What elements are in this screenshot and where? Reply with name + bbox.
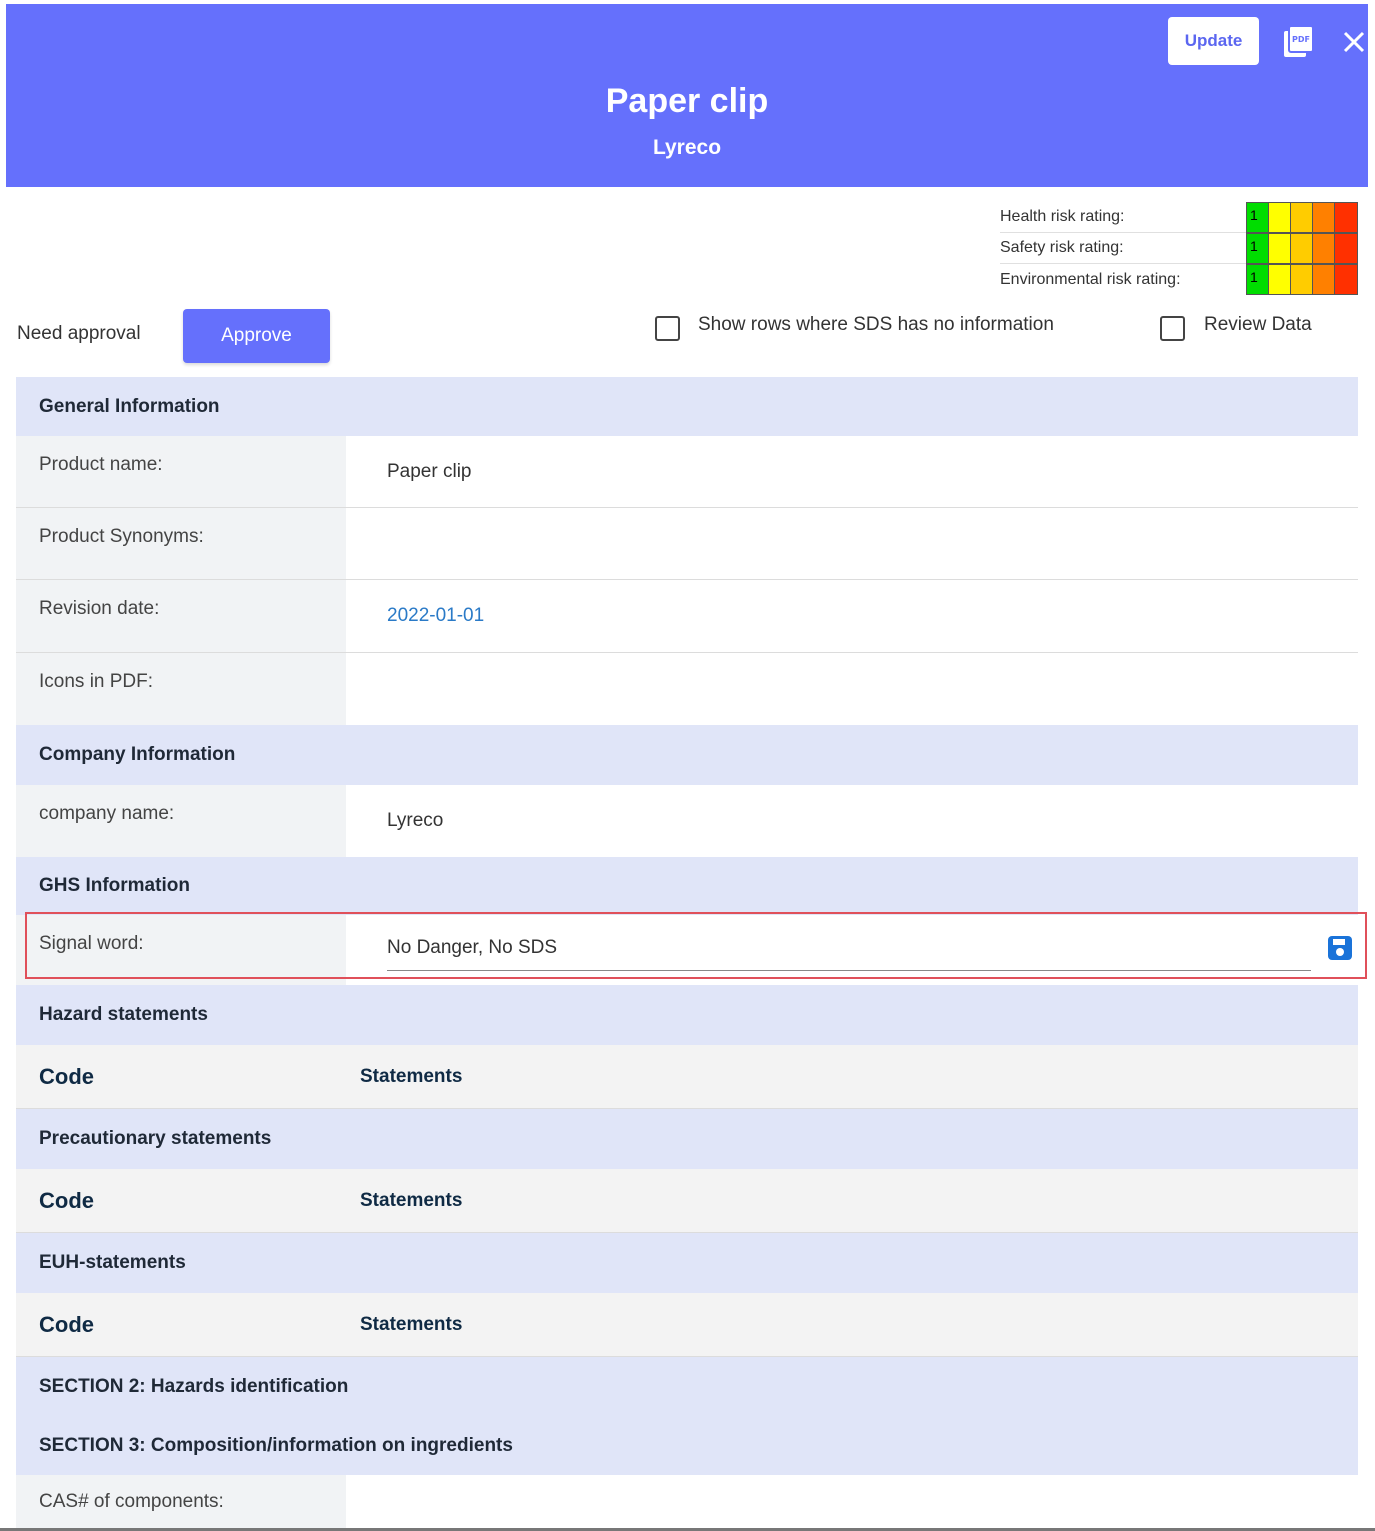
environmental-risk-label: Environmental risk rating: bbox=[1000, 270, 1181, 288]
section-general-information: General Information bbox=[16, 377, 1358, 436]
show-empty-rows-checkbox[interactable] bbox=[655, 316, 680, 341]
section-3-composition: SECTION 3: Composition/information on in… bbox=[16, 1416, 1358, 1475]
precautionary-table-header: Code Statements bbox=[16, 1169, 1358, 1233]
risk-cell-2 bbox=[1269, 265, 1291, 294]
section-company-information: Company Information bbox=[16, 725, 1358, 785]
risk-cell-1: 1 bbox=[1247, 233, 1269, 263]
company-name-label: company name: bbox=[16, 785, 346, 857]
health-risk-row: Health risk rating: 1 bbox=[1000, 201, 1358, 233]
signal-word-input[interactable]: No Danger, No SDS bbox=[346, 915, 1358, 985]
row-product-synonyms: Product Synonyms: bbox=[16, 508, 1358, 580]
risk-cell-5 bbox=[1335, 265, 1357, 294]
statements-column-header: Statements bbox=[360, 1313, 463, 1335]
health-risk-label: Health risk rating: bbox=[1000, 208, 1125, 225]
save-icon[interactable] bbox=[1327, 935, 1353, 961]
health-risk-scale: 1 bbox=[1246, 201, 1358, 233]
safety-risk-label: Safety risk rating: bbox=[1000, 239, 1124, 256]
signal-word-underline bbox=[387, 970, 1311, 971]
signal-word-label: Signal word: bbox=[16, 915, 346, 985]
need-approval-label: Need approval bbox=[17, 323, 141, 344]
environmental-risk-scale: 1 bbox=[1246, 264, 1358, 295]
risk-cell-1: 1 bbox=[1247, 202, 1269, 232]
code-column-header: Code bbox=[39, 1187, 94, 1213]
row-cas-components: CAS# of components: bbox=[16, 1475, 1358, 1530]
row-icons-in-pdf: Icons in PDF: bbox=[16, 653, 1358, 725]
row-company-name: company name: Lyreco bbox=[16, 785, 1358, 857]
risk-cell-3 bbox=[1291, 233, 1313, 263]
risk-cell-2 bbox=[1269, 233, 1291, 263]
show-empty-rows-label: Show rows where SDS has no information bbox=[698, 314, 1054, 335]
company-name-value[interactable]: Lyreco bbox=[346, 785, 1358, 857]
row-product-name: Product name: Paper clip bbox=[16, 436, 1358, 508]
svg-text:PDF: PDF bbox=[1292, 35, 1310, 44]
revision-date-label: Revision date: bbox=[16, 580, 346, 652]
section-hazard-statements: Hazard statements bbox=[16, 985, 1358, 1045]
sds-table: General Information Product name: Paper … bbox=[16, 377, 1358, 1530]
euh-table-header: Code Statements bbox=[16, 1293, 1358, 1357]
risk-cell-3 bbox=[1291, 202, 1313, 232]
safety-risk-row: Safety risk rating: 1 bbox=[1000, 232, 1358, 264]
product-synonyms-value[interactable] bbox=[346, 508, 1358, 579]
review-data-checkbox[interactable] bbox=[1160, 316, 1185, 341]
update-button[interactable]: Update bbox=[1168, 17, 1259, 65]
review-data-label: Review Data bbox=[1204, 314, 1312, 335]
risk-cell-5 bbox=[1335, 233, 1357, 263]
section-ghs-information: GHS Information bbox=[16, 857, 1358, 915]
safety-risk-scale: 1 bbox=[1246, 232, 1358, 264]
approve-button[interactable]: Approve bbox=[183, 309, 330, 363]
section-2-hazards-identification: SECTION 2: Hazards identification bbox=[16, 1357, 1358, 1416]
code-column-header: Code bbox=[39, 1311, 94, 1337]
pdf-icon[interactable]: PDF bbox=[1282, 25, 1316, 59]
product-name-value[interactable]: Paper clip bbox=[346, 436, 1358, 507]
risk-cell-2 bbox=[1269, 202, 1291, 232]
statements-column-header: Statements bbox=[360, 1189, 463, 1211]
close-icon[interactable] bbox=[1341, 29, 1367, 55]
section-euh-statements: EUH-statements bbox=[16, 1233, 1358, 1293]
product-name-label: Product name: bbox=[16, 436, 346, 507]
icons-in-pdf-value bbox=[346, 653, 1358, 725]
risk-cell-4 bbox=[1313, 265, 1335, 294]
icons-in-pdf-label: Icons in PDF: bbox=[16, 653, 346, 725]
risk-ratings: Health risk rating: 1 Safety risk rating… bbox=[1000, 201, 1358, 295]
revision-date-link[interactable]: 2022-01-01 bbox=[346, 580, 1358, 652]
row-revision-date: Revision date: 2022-01-01 bbox=[16, 580, 1358, 653]
environmental-risk-row: Environmental risk rating: 1 bbox=[1000, 264, 1358, 295]
hazard-table-header: Code Statements bbox=[16, 1045, 1358, 1109]
statements-column-header: Statements bbox=[360, 1065, 463, 1087]
section-precautionary-statements: Precautionary statements bbox=[16, 1109, 1358, 1169]
row-signal-word: Signal word: No Danger, No SDS bbox=[16, 915, 1358, 985]
page-title: Paper clip bbox=[605, 82, 769, 120]
cas-components-label: CAS# of components: bbox=[16, 1475, 346, 1530]
header-bar: Paper clip Lyreco Update PDF bbox=[6, 4, 1368, 187]
risk-cell-4 bbox=[1313, 233, 1335, 263]
product-synonyms-label: Product Synonyms: bbox=[16, 508, 346, 579]
risk-cell-1: 1 bbox=[1247, 265, 1269, 294]
page-subtitle: Lyreco bbox=[652, 136, 722, 159]
code-column-header: Code bbox=[39, 1063, 94, 1089]
risk-cell-5 bbox=[1335, 202, 1357, 232]
cas-components-value bbox=[346, 1475, 1358, 1530]
risk-cell-4 bbox=[1313, 202, 1335, 232]
risk-cell-3 bbox=[1291, 265, 1313, 294]
